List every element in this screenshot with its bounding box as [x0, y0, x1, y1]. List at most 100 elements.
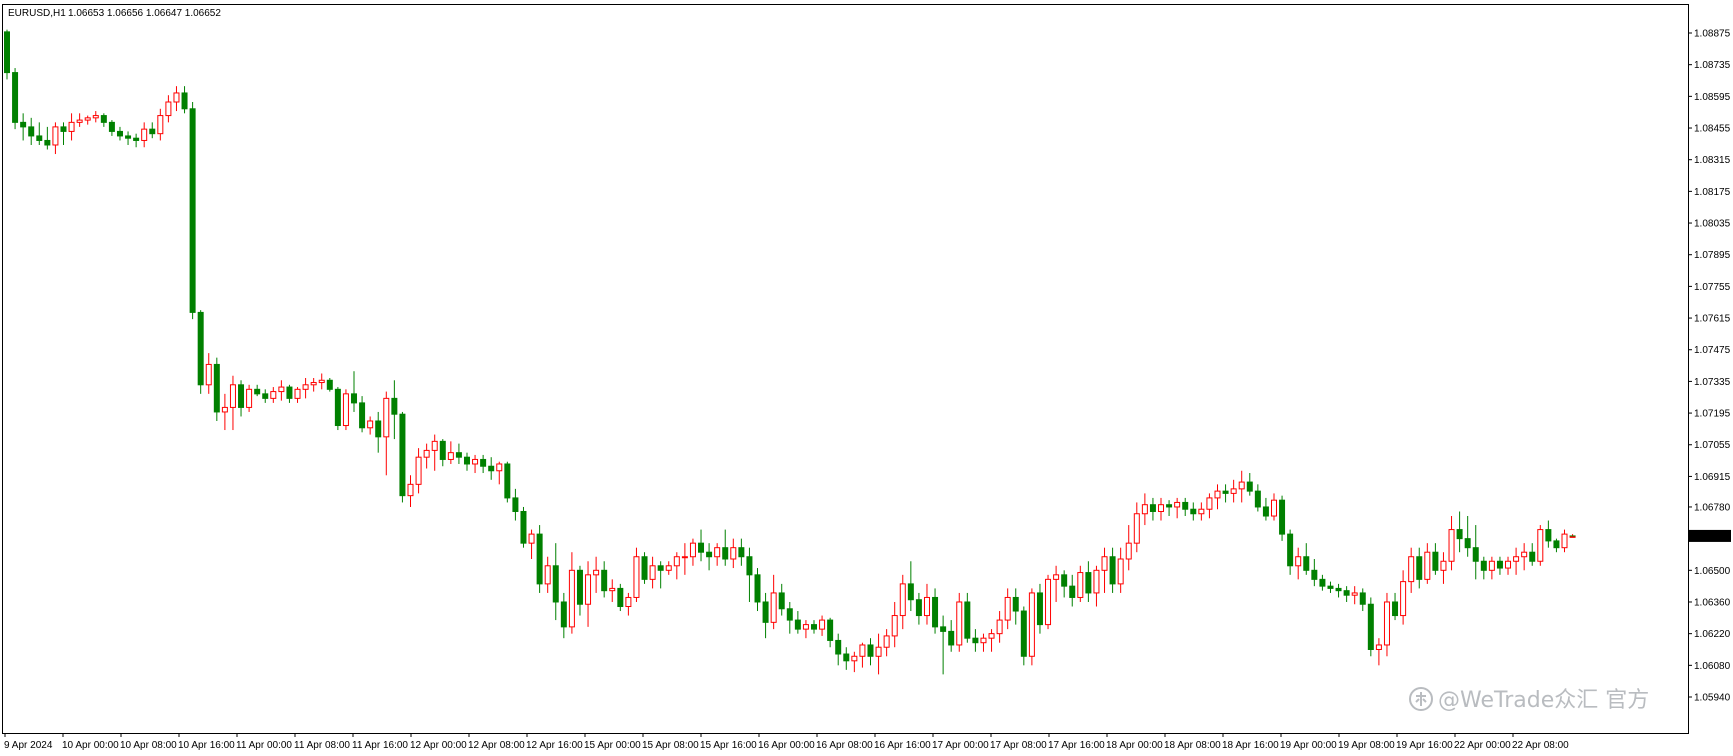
candle [221, 393, 228, 431]
candle [423, 443, 430, 469]
candle [1190, 502, 1197, 521]
candle-body [504, 463, 511, 499]
candle [1392, 592, 1399, 621]
candle-body [439, 440, 446, 460]
candle-body [1375, 644, 1382, 650]
candle [133, 133, 140, 148]
candle [915, 592, 922, 625]
candle [12, 68, 19, 130]
candle [988, 629, 995, 652]
candle [1335, 583, 1342, 598]
watermark-text: @WeTrade众汇 官方 [1438, 688, 1649, 713]
candle-body [1472, 547, 1479, 562]
candle [730, 538, 737, 569]
candle-body [1045, 578, 1052, 626]
candle-body [238, 384, 245, 408]
candle-body [173, 92, 180, 103]
time-tick-label: 10 Apr 08:00 [120, 740, 177, 751]
candle-body [1432, 551, 1439, 571]
candle [157, 108, 164, 141]
candle [116, 126, 123, 141]
candle-body [1133, 513, 1140, 544]
candle-body [560, 601, 567, 628]
candle-body [68, 121, 75, 132]
candle [568, 552, 575, 634]
candle-body [544, 565, 551, 585]
candle-body [762, 601, 769, 623]
candle [262, 389, 269, 403]
candle-body [770, 592, 777, 623]
candle [1174, 497, 1181, 519]
candle [1416, 547, 1423, 589]
candle-body [948, 630, 955, 646]
price-tick-label: 1.06360 [1694, 597, 1731, 608]
candle [342, 389, 349, 431]
candle-body [1505, 560, 1512, 569]
candle [617, 583, 624, 612]
time-tick-label: 18 Apr 16:00 [1222, 740, 1279, 751]
candle-body [738, 547, 745, 558]
candle [205, 353, 212, 394]
candle-body [1158, 504, 1165, 512]
candle-body [302, 384, 309, 390]
candle [165, 95, 172, 123]
candle-body [883, 635, 890, 648]
candle-body [447, 452, 454, 460]
time-tick-label: 15 Apr 16:00 [700, 740, 757, 751]
time-tick-label: 9 Apr 2024 [4, 740, 53, 751]
candle-body [294, 388, 301, 399]
candle-body [964, 601, 971, 639]
candle [1464, 516, 1471, 557]
candle [1069, 574, 1076, 607]
candle [1222, 484, 1229, 503]
candle [407, 475, 414, 507]
candle [1279, 495, 1286, 541]
candle-body [609, 587, 616, 592]
candle-body [20, 121, 27, 128]
candle [746, 547, 753, 602]
time-tick-label: 18 Apr 00:00 [1106, 740, 1163, 751]
candle [786, 601, 793, 634]
candle [1561, 529, 1568, 553]
candle-body [197, 311, 204, 386]
candle-body [746, 556, 753, 576]
candle [1424, 543, 1431, 584]
time-tick-label: 10 Apr 00:00 [62, 740, 119, 751]
candle-body [956, 601, 963, 646]
candle [811, 620, 817, 634]
candle-body [859, 644, 866, 657]
candle [1012, 588, 1019, 625]
candle-body [891, 615, 898, 637]
candle-body [4, 31, 10, 74]
candle [593, 556, 600, 593]
candle [76, 113, 83, 127]
candle-body [1190, 508, 1197, 515]
candle [1456, 511, 1463, 553]
candle-body [431, 440, 438, 451]
candle [246, 384, 253, 412]
candle [1327, 581, 1334, 593]
candle [1254, 484, 1261, 512]
candle-body [488, 465, 495, 472]
candle-body [1254, 490, 1261, 508]
candle-body [1383, 601, 1390, 646]
candle-body [649, 565, 656, 580]
candle-body [1085, 572, 1092, 594]
candle-body [617, 587, 624, 608]
price-chart[interactable]: EURUSD,H1 1.06653 1.06656 1.06647 1.0665… [0, 0, 1733, 756]
candle [907, 561, 914, 612]
candle-body [730, 547, 737, 560]
candle [980, 633, 987, 652]
candle [318, 373, 325, 390]
candle [1206, 493, 1213, 519]
candle-body [165, 101, 172, 117]
price-tick-label: 1.08875 [1694, 29, 1731, 40]
candle [1287, 529, 1294, 575]
candle-body [318, 379, 325, 384]
candle [1109, 547, 1116, 593]
candle [1262, 497, 1269, 521]
candle [940, 615, 947, 675]
candle [932, 588, 939, 634]
candle-body [1343, 590, 1350, 596]
candle-body [1569, 535, 1576, 538]
